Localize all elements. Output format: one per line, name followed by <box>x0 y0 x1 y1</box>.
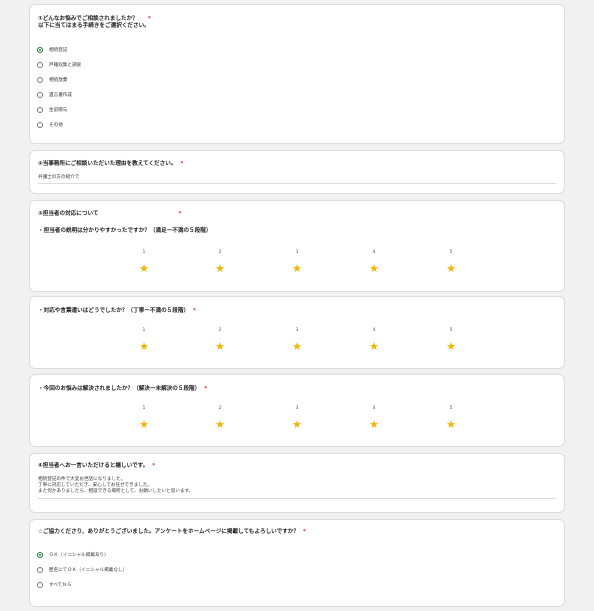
question-subtitle: 以下に当てはまる手続きをご選択ください。 <box>38 23 150 29</box>
required-mark: * <box>193 308 196 314</box>
scale-label-4: 4 <box>372 328 376 333</box>
question-title: ☆ご協力くださり、ありがとうございました。アンケートをホームページに掲載してもよ… <box>38 529 306 535</box>
star-icon[interactable]: ★ <box>287 419 307 430</box>
rating-question-2-label: ・対応や言葉遣いはどうでしたか？（丁寧ー不満の５段階） * <box>38 308 196 314</box>
star-icon[interactable]: ★ <box>210 263 230 274</box>
paragraph-answer-input[interactable]: 相続登記の件で大変お世話になりました。 丁寧に対応していただき、安心してお任せで… <box>38 477 193 495</box>
required-mark: * <box>152 463 156 469</box>
rating-question-1-label: ・担当者の説明は分かりやすかったですか？（満足ー不満の５段階） <box>38 228 212 234</box>
radio-option-koseki[interactable]: 戸籍収集と調査 <box>37 60 81 69</box>
scale-label-5: 5 <box>449 250 453 255</box>
star-icon[interactable]: ★ <box>441 419 461 430</box>
input-underline <box>38 498 556 499</box>
question-card-4: ④担当者へお一言いただけると嬉しいです。 * 相続登記の件で大変お世話になりました… <box>29 453 565 513</box>
scale-label-3: 3 <box>295 328 299 333</box>
scale-label-1: 1 <box>142 328 146 333</box>
radio-label: 生前贈与 <box>49 107 68 113</box>
scale-label-2: 2 <box>218 406 222 411</box>
question-title: ②当事務所にご相談いただいた理由を教えてください。 * <box>38 161 184 167</box>
radio-label: 相続登記 <box>49 47 68 53</box>
answer-line: また何かありましたら、相談できる場所として、お願いしたいと思います。 <box>38 489 194 494</box>
radio-label: 匿名にてＯＫ（イニシャル掲載なし） <box>49 567 128 573</box>
radio-unchecked-icon <box>37 61 43 68</box>
required-mark: * <box>303 529 306 535</box>
radio-label: ＯＫ（イニシャル掲載あり） <box>49 552 109 558</box>
rating-card-3: ・今回のお悩みは解決されましたか？（解決ー未解決の５段階） * 1 2 3 4 5… <box>29 374 565 447</box>
star-icon[interactable]: ★ <box>210 419 230 430</box>
star-icon[interactable]: ★ <box>134 419 154 430</box>
required-mark: * <box>178 211 182 217</box>
radio-option-yuigon[interactable]: 遺言書作成 <box>37 90 72 99</box>
scale-label-4: 4 <box>372 406 376 411</box>
scale-label-5: 5 <box>449 406 453 411</box>
question-title: ④担当者へお一言いただけると嬉しいです。 * <box>38 463 156 469</box>
radio-unchecked-icon <box>37 76 43 83</box>
form-page: ①どんなお悩みでご相談されましたか？ * 以下に当てはまる手続きをご選択ください。… <box>0 0 594 611</box>
rating-card-2: ・対応や言葉遣いはどうでしたか？（丁寧ー不満の５段階） * 1 2 3 4 5 ★… <box>29 296 565 369</box>
question-title: ①どんなお悩みでご相談されましたか？ * <box>38 16 151 22</box>
question-card-1: ①どんなお悩みでご相談されましたか？ * 以下に当てはまる手続きをご選択ください。… <box>29 4 565 144</box>
input-underline <box>38 183 556 184</box>
required-mark: * <box>204 386 208 392</box>
scale-label-4: 4 <box>372 250 376 255</box>
radio-option-houki[interactable]: 相続放棄 <box>37 75 67 84</box>
radio-option-ok-initial[interactable]: ＯＫ（イニシャル掲載あり） <box>37 550 109 559</box>
radio-unchecked-icon <box>37 91 43 98</box>
radio-option-souzoku-touki[interactable]: 相続登記 <box>37 45 67 54</box>
scale-label-1: 1 <box>142 250 146 255</box>
scale-label-2: 2 <box>218 250 222 255</box>
radio-checked-icon <box>37 46 43 53</box>
scale-label-1: 1 <box>142 406 146 411</box>
star-icon[interactable]: ★ <box>441 341 461 352</box>
radio-unchecked-icon <box>37 121 43 128</box>
radio-option-all-ng[interactable]: すべてＮＧ <box>37 580 71 589</box>
required-mark: * <box>147 16 151 22</box>
scale-label-3: 3 <box>295 250 299 255</box>
required-mark: * <box>180 161 184 167</box>
star-icon[interactable]: ★ <box>287 341 307 352</box>
radio-option-ok-anonymous[interactable]: 匿名にてＯＫ（イニシャル掲載なし） <box>37 565 127 574</box>
radio-label: 相続放棄 <box>49 77 68 83</box>
scale-label-2: 2 <box>218 328 222 333</box>
radio-option-seizen[interactable]: 生前贈与 <box>37 105 67 114</box>
star-icon[interactable]: ★ <box>364 341 384 352</box>
short-answer-input[interactable]: 弁護士の方の紹介で <box>38 175 79 181</box>
question-title: ③担当者の対応について * <box>38 211 182 217</box>
radio-unchecked-icon <box>37 566 43 573</box>
star-icon[interactable]: ★ <box>364 419 384 430</box>
radio-option-other[interactable]: その他 <box>37 120 63 129</box>
question-card-5: ☆ご協力くださり、ありがとうございました。アンケートをホームページに掲載してもよ… <box>29 519 565 607</box>
question-card-2: ②当事務所にご相談いただいた理由を教えてください。 * 弁護士の方の紹介で <box>29 150 565 194</box>
radio-label: すべてＮＧ <box>49 582 72 588</box>
rating-question-3-label: ・今回のお悩みは解決されましたか？（解決ー未解決の５段階） * <box>38 386 208 392</box>
radio-checked-icon <box>37 551 43 558</box>
star-icon[interactable]: ★ <box>134 341 154 352</box>
star-icon[interactable]: ★ <box>134 263 154 274</box>
radio-label: 遺言書作成 <box>49 92 72 98</box>
scale-label-3: 3 <box>295 406 299 411</box>
radio-unchecked-icon <box>37 581 43 588</box>
star-icon[interactable]: ★ <box>441 263 461 274</box>
question-card-3: ③担当者の対応について * ・担当者の説明は分かりやすかったですか？（満足ー不満の… <box>29 200 565 292</box>
radio-unchecked-icon <box>37 106 43 113</box>
radio-label: その他 <box>49 122 63 128</box>
star-icon[interactable]: ★ <box>364 263 384 274</box>
star-icon[interactable]: ★ <box>287 263 307 274</box>
scale-label-5: 5 <box>449 328 453 333</box>
star-icon[interactable]: ★ <box>210 341 230 352</box>
radio-label: 戸籍収集と調査 <box>49 62 82 68</box>
